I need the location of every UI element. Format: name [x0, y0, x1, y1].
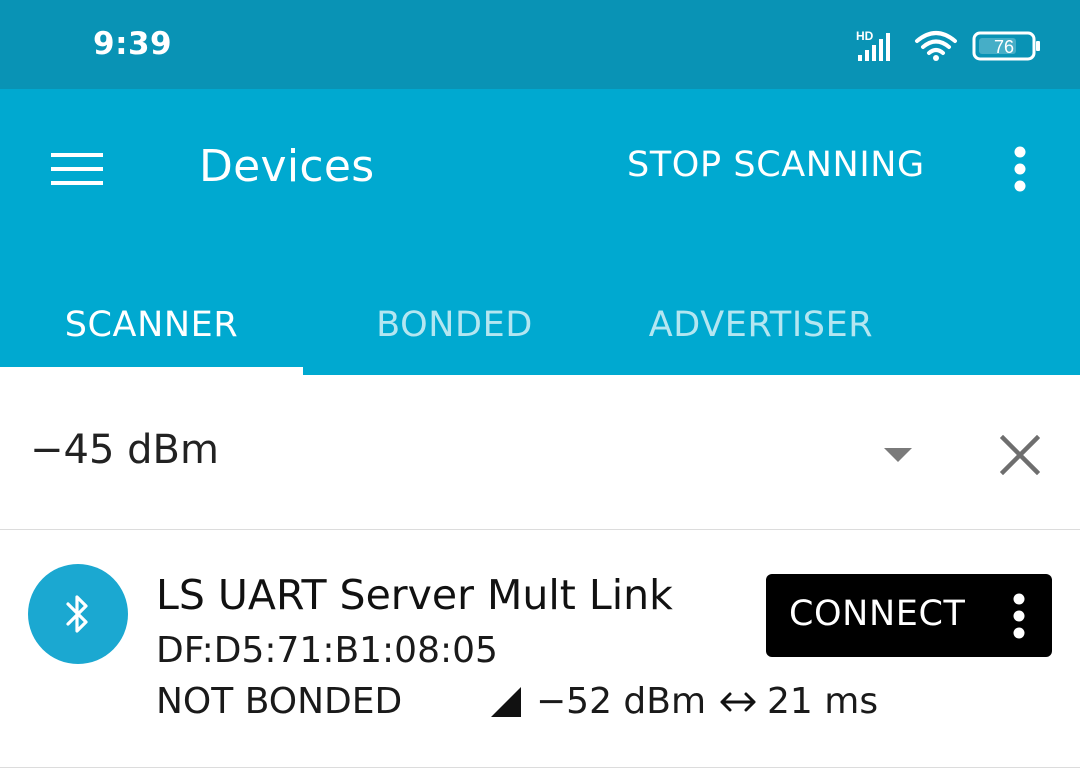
stop-scanning-button[interactable]: STOP SCANNING: [627, 145, 925, 185]
bluetooth-icon: [66, 595, 88, 633]
menu-button[interactable]: [38, 137, 116, 201]
connect-button[interactable]: CONNECT: [766, 574, 1052, 657]
tab-advertiser[interactable]: ADVERTISER: [606, 275, 916, 375]
more-vert-icon: [1014, 146, 1026, 192]
device-interval: 21 ms: [767, 681, 879, 722]
wifi-icon: [915, 31, 957, 61]
clear-filter-button[interactable]: [992, 427, 1048, 483]
signal-strength-icon: [491, 687, 521, 717]
status-icons: HD 76: [856, 28, 1042, 64]
status-bar: 9:39 HD 76: [0, 0, 1080, 89]
rssi-filter[interactable]: −45 dBm: [0, 375, 1080, 530]
more-vert-icon: [1013, 593, 1025, 639]
rssi-filter-value: −45 dBm: [30, 427, 219, 473]
tab-bar: SCANNER BONDED ADVERTISER: [0, 275, 1080, 375]
close-icon: [1000, 435, 1040, 475]
menu-icon: [51, 153, 103, 185]
filter-dropdown-button[interactable]: [878, 435, 918, 475]
tab-indicator: [0, 367, 303, 375]
connect-button-label: CONNECT: [789, 594, 966, 634]
status-time: 9:39: [93, 26, 173, 62]
tab-bonded[interactable]: BONDED: [303, 275, 606, 375]
interval-arrows-icon: [720, 692, 756, 712]
device-list-item[interactable]: LS UART Server Mult Link DF:D5:71:B1:08:…: [0, 531, 1080, 771]
dropdown-arrow-icon: [884, 448, 912, 462]
device-avatar: [28, 564, 128, 664]
page-title: Devices: [199, 141, 375, 192]
battery-level: 76: [994, 37, 1014, 57]
device-name: LS UART Server Mult Link: [156, 571, 673, 619]
device-rssi: −52 dBm: [536, 681, 707, 722]
network-type-label: HD: [856, 29, 874, 43]
tab-scanner[interactable]: SCANNER: [0, 275, 303, 375]
list-divider: [0, 767, 1080, 768]
signal-icon: HD: [856, 29, 890, 61]
overflow-menu-button[interactable]: [998, 139, 1042, 199]
battery-icon: 76: [972, 31, 1040, 61]
device-address: DF:D5:71:B1:08:05: [156, 630, 498, 671]
device-bond-state: NOT BONDED: [156, 681, 403, 722]
device-more-button[interactable]: [1002, 590, 1036, 642]
app-bar: Devices STOP SCANNING SCANNER BONDED ADV…: [0, 89, 1080, 375]
